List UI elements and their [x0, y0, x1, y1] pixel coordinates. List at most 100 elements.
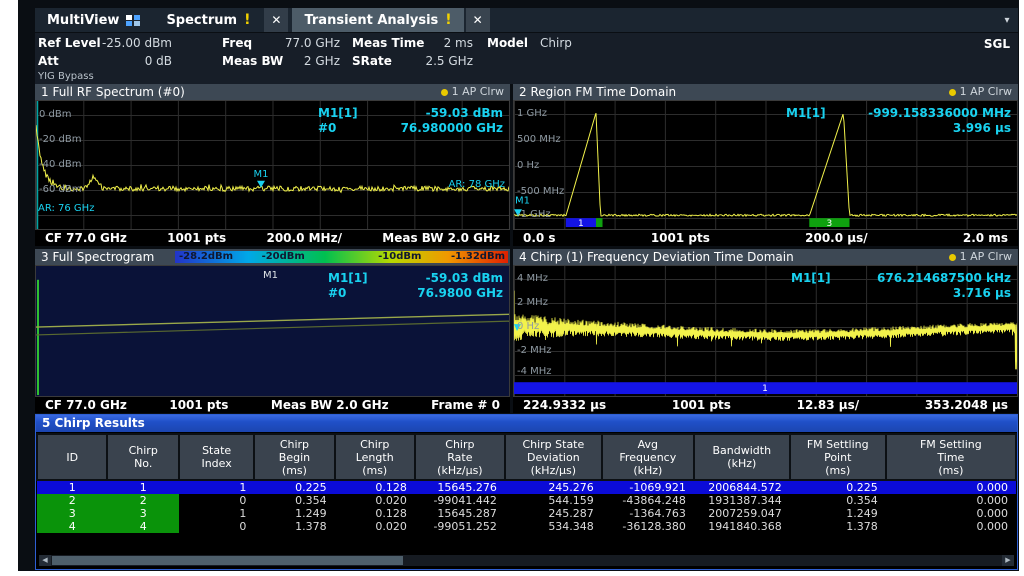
tab-transient-close-button[interactable]: ✕	[466, 8, 490, 32]
table-cell[interactable]: -99051.252	[415, 520, 505, 533]
rf-spectrum-chart[interactable]: M1 0 dBm -20 dBm -40 dBm -60 dBm M1[1]-5…	[35, 100, 510, 230]
table-cell[interactable]: 4	[107, 520, 178, 533]
table-cell[interactable]: 1	[179, 507, 254, 520]
table-cell[interactable]: 544.159	[505, 494, 602, 507]
table-cell[interactable]: 0.000	[886, 520, 1016, 533]
scroll-right-button[interactable]: ▶	[1002, 555, 1014, 566]
h-scrollbar[interactable]: ◀ ▶	[39, 555, 1014, 566]
tab-overflow-button[interactable]: ▾	[996, 8, 1018, 32]
column-header[interactable]: ID	[37, 434, 107, 480]
scroll-left-button[interactable]: ◀	[39, 555, 51, 566]
table-cell[interactable]: 2	[107, 494, 178, 507]
column-header[interactable]: ChirpNo.	[107, 434, 178, 480]
setting-srate[interactable]: SRate 2.5 GHz	[352, 54, 473, 68]
table-cell[interactable]: 3	[107, 507, 178, 520]
scroll-thumb[interactable]	[52, 556, 403, 565]
table-cell[interactable]: 0.000	[886, 480, 1016, 494]
setting-ref-level[interactable]: Ref Level -25.00 dBm	[38, 36, 172, 50]
marker-value: 3.996 µs	[953, 121, 1011, 136]
column-header[interactable]: StateIndex	[179, 434, 254, 480]
column-header[interactable]: FM SettlingTime(ms)	[886, 434, 1016, 480]
table-cell[interactable]: 1	[107, 480, 178, 494]
table-cell[interactable]: 1.378	[254, 520, 334, 533]
setting-label: Meas Time	[352, 36, 424, 50]
table-cell[interactable]: 0.000	[886, 507, 1016, 520]
deviation-trace	[514, 291, 1017, 370]
setting-value: 77.0 GHz	[285, 36, 340, 50]
tab-multiview[interactable]: MultiView	[35, 8, 152, 32]
table-cell[interactable]: 1931387.344	[694, 494, 790, 507]
table-cell[interactable]: 1	[37, 480, 107, 494]
table-cell[interactable]: 1.378	[790, 520, 886, 533]
table-row[interactable]: 2200.3540.020-99041.442544.159-43864.248…	[37, 494, 1016, 507]
table-cell[interactable]: 0.225	[254, 480, 334, 494]
table-cell[interactable]: -36128.380	[602, 520, 694, 533]
table-cell[interactable]: 2007259.047	[694, 507, 790, 520]
table-cell[interactable]: 0	[179, 520, 254, 533]
table-cell[interactable]: 3	[37, 507, 107, 520]
table-cell[interactable]: 0.225	[790, 480, 886, 494]
column-header[interactable]: ChirpLength(ms)	[335, 434, 415, 480]
table-cell[interactable]: 534.348	[505, 520, 602, 533]
footer-item: Frame # 0	[431, 398, 500, 412]
setting-label: Meas BW	[222, 54, 283, 68]
marker-name: #0	[318, 121, 336, 136]
table-cell[interactable]: 15645.276	[415, 480, 505, 494]
table-cell[interactable]: 0.128	[335, 507, 415, 520]
chart-footer: 224.9332 µs 1001 pts 12.83 µs/ 353.2048 …	[513, 397, 1018, 413]
setting-label: SRate	[352, 54, 392, 68]
table-cell[interactable]: 245.287	[505, 507, 602, 520]
panel-title-bar[interactable]: 3 Full Spectrogram -28.2dBm -20dBm -10dB…	[35, 249, 510, 265]
panel-title-bar[interactable]: 2 Region FM Time Domain 1 AP Clrw	[513, 84, 1018, 100]
alert-icon: !	[244, 12, 250, 28]
trace-badge: 1 AP Clrw	[949, 84, 1012, 100]
tab-spectrum-close-button[interactable]: ✕	[264, 8, 288, 32]
table-row[interactable]: 4401.3780.020-99051.252534.348-36128.380…	[37, 520, 1016, 533]
table-cell[interactable]: 1	[179, 480, 254, 494]
tab-spectrum[interactable]: Spectrum !	[154, 8, 262, 32]
table-cell[interactable]: -1069.921	[602, 480, 694, 494]
table-cell[interactable]: -1364.763	[602, 507, 694, 520]
setting-model[interactable]: Model Chirp	[487, 36, 572, 50]
table-cell[interactable]: 1941840.368	[694, 520, 790, 533]
setting-freq[interactable]: Freq 77.0 GHz	[222, 36, 340, 50]
table-row[interactable]: 3311.2490.12815645.287245.287-1364.76320…	[37, 507, 1016, 520]
column-header[interactable]: Chirp StateDeviation(kHz/µs)	[505, 434, 602, 480]
table-row[interactable]: 1110.2250.12815645.276245.276-1069.92120…	[37, 480, 1016, 494]
panel-title-bar[interactable]: 1 Full RF Spectrum (#0) 1 AP Clrw	[35, 84, 510, 100]
table-cell[interactable]: 0.128	[335, 480, 415, 494]
table-cell[interactable]: 1.249	[790, 507, 886, 520]
setting-meas-bw[interactable]: Meas BW 2 GHz	[222, 54, 340, 68]
column-header[interactable]: FM SettlingPoint(ms)	[790, 434, 886, 480]
table-cell[interactable]: 1.249	[254, 507, 334, 520]
y-axis-label: 0 dBm	[39, 109, 72, 120]
table-cell[interactable]: 0.020	[335, 520, 415, 533]
setting-att[interactable]: Att 0 dB	[38, 54, 172, 68]
table-cell[interactable]: 2006844.572	[694, 480, 790, 494]
table-cell[interactable]: 0.000	[886, 494, 1016, 507]
tab-transient-analysis[interactable]: Transient Analysis !	[292, 8, 463, 32]
table-cell[interactable]: 245.276	[505, 480, 602, 494]
spectrogram-chart[interactable]: M1 M1[1]-59.03 dBm #076.9800 GHz	[35, 265, 510, 397]
table-cell[interactable]: 0.020	[335, 494, 415, 507]
column-header[interactable]: ChirpBegin(ms)	[254, 434, 334, 480]
setting-value: 2.5 GHz	[425, 54, 473, 68]
column-header[interactable]: Bandwidth(kHz)	[694, 434, 790, 480]
fm-time-domain-chart[interactable]: 13 M1 1 GHz 500 MHz 0 Hz -500 MHz -1 GHz…	[513, 100, 1018, 230]
table-cell[interactable]: 0.354	[254, 494, 334, 507]
table-cell[interactable]: -43864.248	[602, 494, 694, 507]
table-cell[interactable]: 4	[37, 520, 107, 533]
y-axis-label: 2 MHz	[517, 297, 548, 308]
column-header[interactable]: AvgFrequency(kHz)	[602, 434, 694, 480]
column-header[interactable]: ChirpRate(kHz/µs)	[415, 434, 505, 480]
setting-meas-time[interactable]: Meas Time 2 ms	[352, 36, 473, 50]
results-title-bar[interactable]: 5 Chirp Results	[36, 415, 1017, 432]
table-cell[interactable]: 0	[179, 494, 254, 507]
panel-title-bar[interactable]: 4 Chirp (1) Frequency Deviation Time Dom…	[513, 249, 1018, 265]
table-cell[interactable]: 2	[37, 494, 107, 507]
panel-title: 1 Full RF Spectrum (#0)	[41, 84, 185, 100]
table-cell[interactable]: 15645.287	[415, 507, 505, 520]
frequency-deviation-chart[interactable]: 1 4 MHz 2 MHz 0 Hz -2 MHz -4 MHz M1[1]67…	[513, 265, 1018, 397]
table-cell[interactable]: 0.354	[790, 494, 886, 507]
table-cell[interactable]: -99041.442	[415, 494, 505, 507]
